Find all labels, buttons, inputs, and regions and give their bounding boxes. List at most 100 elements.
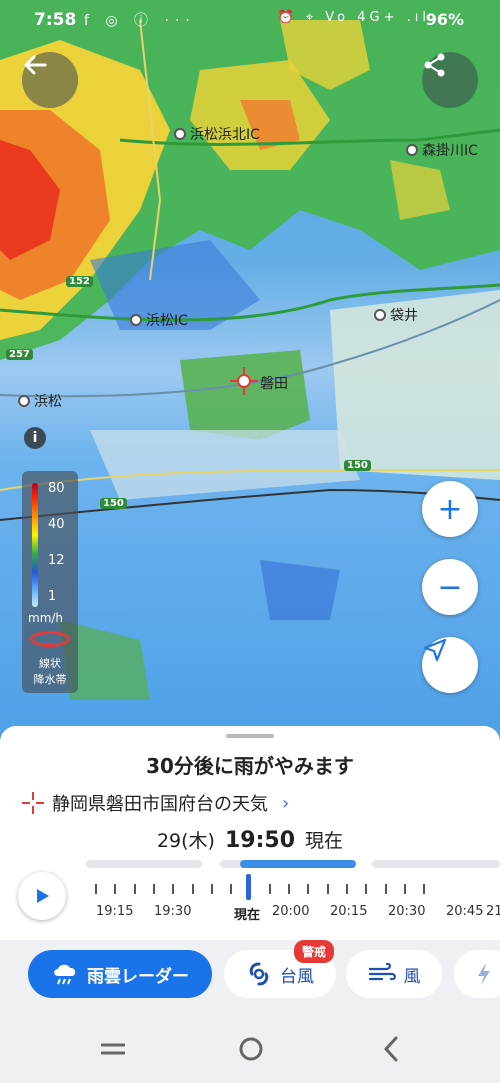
chevron-right-icon: › (282, 792, 290, 814)
time-label: 19:50 (224, 828, 296, 853)
rain-cloud-icon (54, 964, 76, 985)
notification-icons: f ◎ ⓘ ··· (84, 13, 196, 29)
road-257-tag: 257 (6, 349, 33, 360)
lightning-icon (478, 963, 490, 985)
location-crosshair-icon (22, 792, 44, 814)
legend-value-1: 1 (48, 589, 57, 604)
linear-rain-band-icon (30, 631, 70, 647)
tab-lightning[interactable] (454, 950, 500, 998)
current-datetime: 29(木) 19:50 現在 (0, 826, 500, 853)
timeline-tick (172, 884, 175, 894)
timeline-tick (326, 884, 329, 894)
battery-level: 96% (425, 10, 464, 29)
system-back-button[interactable] (376, 1034, 406, 1064)
road-150-tag: 150 (344, 460, 371, 471)
share-icon (424, 53, 445, 77)
status-bar: 7:58 f ◎ ⓘ ··· ⏰ ⌖ Vo 4G+ .ıl 96% (0, 0, 500, 40)
play-button[interactable] (18, 872, 66, 920)
chevron-left-icon (384, 1036, 398, 1062)
timeline-tick (268, 884, 271, 894)
timeline-cursor[interactable] (246, 874, 251, 900)
minus-icon: − (437, 569, 463, 605)
place-hamamatsu-hamakita-ic: 浜松浜北IC (174, 124, 260, 144)
timeline-tick (230, 884, 233, 894)
timeline-tick (403, 884, 406, 894)
location-link[interactable]: 静岡県磐田市国府台の天気 › (22, 790, 289, 816)
timeline-future-track (372, 860, 500, 868)
forecast-sheet: 30分後に雨がやみます 静岡県磐田市国府台の天気 › 29(木) 19:50 現在 … (0, 726, 500, 940)
arrow-left-icon (24, 55, 47, 75)
plus-icon: + (437, 491, 463, 527)
place-fukuroi: 袋井 (374, 305, 418, 325)
time-label-2015: 20:15 (330, 904, 368, 919)
timeline-tick (210, 884, 213, 894)
place-dot-icon (174, 128, 186, 140)
rain-radar-map[interactable]: 浜松浜北IC 森掛川IC 浜松IC 袋井 磐田 浜松 152 257 150 1… (0, 0, 500, 740)
legend-value-40: 40 (48, 517, 65, 532)
app-root: 浜松浜北IC 森掛川IC 浜松IC 袋井 磐田 浜松 152 257 150 1… (0, 0, 500, 1083)
forecast-headline: 30分後に雨がやみます (146, 754, 354, 778)
system-status-icons: ⏰ ⌖ Vo 4G+ .ıl (277, 10, 430, 25)
zoom-out-button[interactable]: − (422, 559, 478, 615)
timeline-tick (133, 884, 136, 894)
back-button[interactable] (22, 52, 78, 108)
timeline-tick (423, 884, 426, 894)
play-icon (37, 889, 49, 903)
tab-wind-label: 風 (403, 966, 421, 987)
time-label-2045: 20:45 (446, 904, 484, 919)
time-label-2000: 20:00 (272, 904, 310, 919)
timeline-tick (365, 884, 368, 894)
navigation-arrow-icon (423, 638, 447, 662)
timeline-tick (345, 884, 348, 894)
timeline-tick (95, 884, 97, 894)
sheet-drag-handle[interactable] (226, 734, 274, 738)
road-152-tag: 152 (66, 276, 93, 287)
location-name: 静岡県磐田市国府台の天気 (52, 794, 268, 815)
timeline-tick (191, 884, 194, 894)
home-button[interactable] (236, 1034, 266, 1064)
date-label: 29(木) (156, 830, 215, 852)
legend-value-12: 12 (48, 553, 65, 568)
recent-apps-button[interactable] (98, 1034, 128, 1064)
time-label-21: 21 (486, 904, 500, 919)
tab-rain-radar-label: 雨雲レーダー (87, 966, 189, 987)
timeline-tick (384, 884, 387, 894)
place-dot-icon (130, 314, 142, 326)
share-button[interactable] (422, 52, 478, 108)
timeline-tick (114, 884, 117, 894)
timeline-past-track (86, 860, 202, 868)
tab-rain-radar[interactable]: 雨雲レーダー (28, 950, 212, 998)
system-navigation-bar (0, 1010, 500, 1083)
zoom-in-button[interactable]: + (422, 481, 478, 537)
time-label-2030: 20:30 (388, 904, 426, 919)
timeline-tick (288, 884, 290, 894)
recent-apps-icon (101, 1043, 125, 1055)
tab-wind[interactable]: 風 (346, 950, 442, 998)
place-dot-icon (18, 395, 30, 407)
status-time: 7:58 (34, 10, 77, 30)
typhoon-icon (249, 962, 269, 986)
time-label-now: 現在 (234, 908, 261, 923)
legend-color-bar (32, 483, 38, 607)
timeline-tick (152, 884, 155, 894)
time-label-1915: 19:15 (96, 904, 134, 919)
feature-tab-bar: 雨雲レーダー 台風 風 (0, 940, 500, 1010)
place-dot-icon (374, 309, 386, 321)
timeline-ticks[interactable] (95, 884, 500, 896)
legend-value-80: 80 (48, 481, 65, 496)
road-150-tag-2: 150 (100, 498, 127, 509)
tab-typhoon-label: 台風 (280, 966, 314, 987)
place-hamamatsu-ic: 浜松IC (130, 310, 188, 330)
time-label-1930: 19:30 (154, 904, 192, 919)
typhoon-alert-badge: 警戒 (294, 940, 335, 963)
legend-band-label-1: 線状 (39, 657, 61, 670)
place-iwata: 磐田 (260, 376, 288, 392)
my-location-button[interactable] (422, 637, 478, 693)
rain-legend: 80 40 12 1 mm/h 線状 降水帯 (22, 471, 78, 693)
legend-band-label-2: 降水帯 (33, 673, 67, 686)
info-button[interactable]: i (24, 427, 46, 449)
timeline-forecast-fill (240, 860, 356, 868)
home-circle-icon (239, 1037, 263, 1061)
now-label: 現在 (305, 830, 344, 852)
place-mori-kakegawa-ic: 森掛川IC (406, 140, 478, 160)
